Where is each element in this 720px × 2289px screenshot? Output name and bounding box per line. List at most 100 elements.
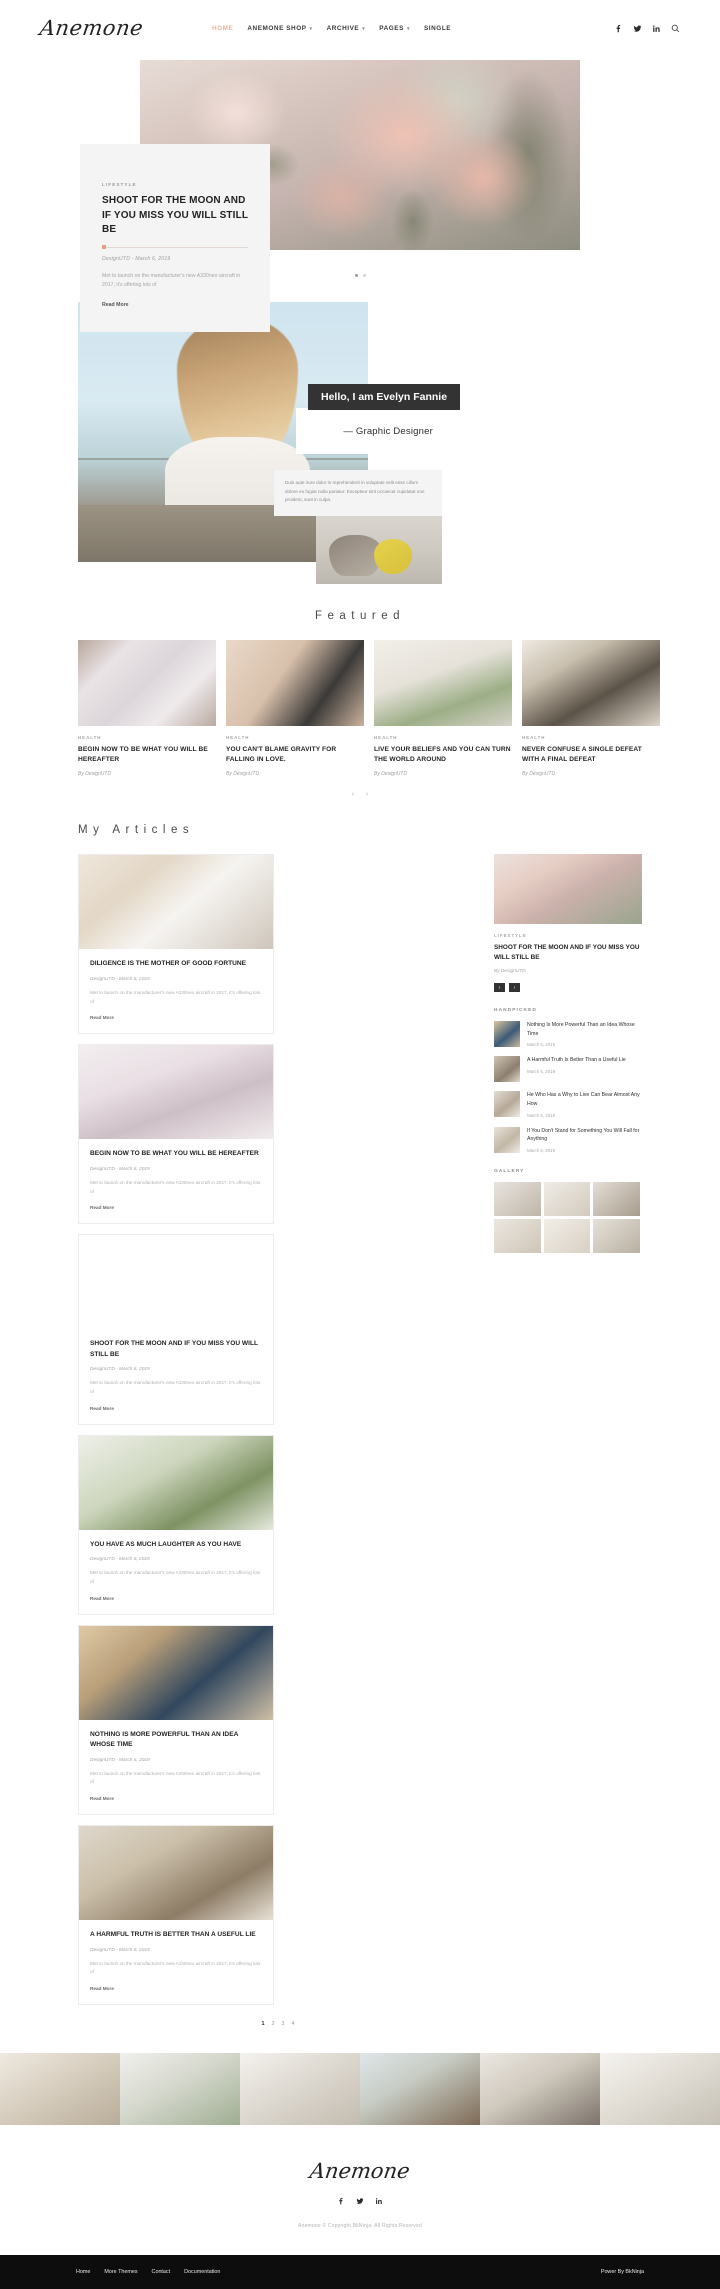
featured-card[interactable]: HEALTH YOU CAN'T BLAME GRAVITY FOR FALLI… (226, 640, 364, 777)
featured-card-category[interactable]: HEALTH (226, 735, 364, 740)
nav-item[interactable]: SINGLE (424, 25, 451, 32)
footer-link[interactable]: More Themes (104, 2269, 137, 2275)
featured-card[interactable]: HEALTH NEVER CONFUSE A SINGLE DEFEAT WIT… (522, 640, 660, 777)
handpicked-item-title[interactable]: He Who Has a Why to Live Can Bear Almost… (527, 1091, 642, 1108)
article-card-title[interactable]: SHOOT FOR THE MOON AND IF YOU MISS YOU W… (90, 1339, 262, 1360)
article-read-more-link[interactable]: Read More (90, 1796, 114, 1801)
hero-read-more-link[interactable]: Read More (102, 302, 129, 308)
article-card[interactable]: SHOOT FOR THE MOON AND IF YOU MISS YOU W… (78, 1234, 274, 1425)
gallery-grid (494, 1181, 642, 1253)
footer-logo[interactable]: Anemone (308, 2159, 411, 2183)
slider-dot-2[interactable] (362, 274, 366, 277)
handpicked-item[interactable]: Nothing Is More Powerful Than an Idea Wh… (494, 1021, 642, 1047)
pagination-item[interactable]: 1 (262, 2021, 265, 2027)
sidebar-next-button[interactable]: › (509, 983, 520, 993)
instagram-tile[interactable] (240, 2053, 360, 2126)
search-icon[interactable] (671, 24, 680, 33)
handpicked-item-image[interactable] (494, 1021, 520, 1048)
handpicked-item-image[interactable] (494, 1091, 520, 1118)
footer-link[interactable]: Contact (152, 2269, 171, 2275)
article-card[interactable]: BEGIN NOW TO BE WHAT YOU WILL BE HEREAFT… (78, 1044, 274, 1225)
featured-next-arrow[interactable]: › (366, 791, 368, 798)
handpicked-item-title[interactable]: If You Don't Stand for Something You Wil… (527, 1127, 642, 1144)
nav-item[interactable]: ARCHIVE ▾ (327, 25, 366, 33)
nav-item[interactable]: ANEMONE SHOP ▾ (247, 25, 312, 33)
gallery-cell[interactable] (593, 1218, 640, 1253)
article-card-image[interactable] (79, 1625, 273, 1720)
sidebar-prev-button[interactable]: ‹ (494, 983, 505, 993)
handpicked-item-image[interactable] (494, 1126, 520, 1153)
featured-card-image[interactable] (522, 640, 660, 726)
instagram-tile[interactable] (120, 2053, 240, 2126)
handpicked-item[interactable]: He Who Has a Why to Live Can Bear Almost… (494, 1091, 642, 1118)
article-read-more-link[interactable]: Read More (90, 1406, 114, 1411)
twitter-icon[interactable] (633, 24, 642, 33)
sidebar-feature-category[interactable]: LIFESTYLE (494, 933, 642, 938)
article-read-more-link[interactable]: Read More (90, 1205, 114, 1210)
slider-dot-1[interactable] (354, 274, 358, 277)
article-card-image[interactable] (79, 1235, 273, 1329)
sidebar-feature-title[interactable]: SHOOT FOR THE MOON AND IF YOU MISS YOU W… (494, 943, 642, 963)
featured-card-category[interactable]: HEALTH (78, 735, 216, 740)
article-card-title[interactable]: YOU HAVE AS MUCH LAUGHTER AS YOU HAVE (90, 1540, 262, 1551)
featured-prev-arrow[interactable]: ‹ (352, 791, 354, 798)
nav-item[interactable]: PAGES ▾ (379, 25, 410, 33)
featured-card-title[interactable]: BEGIN NOW TO BE WHAT YOU WILL BE HEREAFT… (78, 745, 216, 765)
article-card-title[interactable]: BEGIN NOW TO BE WHAT YOU WILL BE HEREAFT… (90, 1149, 262, 1160)
featured-card-title[interactable]: YOU CAN'T BLAME GRAVITY FOR FALLING IN L… (226, 745, 364, 765)
featured-card-image[interactable] (78, 640, 216, 726)
article-card-title[interactable]: A HARMFUL TRUTH IS BETTER THAN A USEFUL … (90, 1930, 262, 1941)
handpicked-item[interactable]: A Harmful Truth Is Better Than a Useful … (494, 1056, 642, 1083)
featured-card-category[interactable]: HEALTH (522, 735, 660, 740)
article-card[interactable]: NOTHING IS MORE POWERFUL THAN AN IDEA WH… (78, 1624, 274, 1816)
article-read-more-link[interactable]: Read More (90, 1596, 114, 1601)
article-card-meta: DesignUTD - March 6, 2019 (90, 1166, 150, 1172)
footer-link[interactable]: Documentation (184, 2269, 220, 2275)
pagination-item[interactable]: 2 (272, 2021, 275, 2027)
article-read-more-link[interactable]: Read More (90, 1015, 114, 1020)
article-card-title[interactable]: NOTHING IS MORE POWERFUL THAN AN IDEA WH… (90, 1730, 262, 1751)
instagram-tile[interactable] (360, 2053, 480, 2126)
hero-category[interactable]: LIFESTYLE (102, 182, 248, 187)
pagination-item[interactable]: 4 (292, 2021, 295, 2027)
linkedin-icon[interactable] (375, 2197, 383, 2205)
featured-card[interactable]: HEALTH BEGIN NOW TO BE WHAT YOU WILL BE … (78, 640, 216, 777)
handpicked-item-title[interactable]: A Harmful Truth Is Better Than a Useful … (527, 1056, 642, 1065)
handpicked-item-title[interactable]: Nothing Is More Powerful Than an Idea Wh… (527, 1021, 642, 1038)
site-logo[interactable]: Anemone (38, 16, 191, 40)
featured-card-category[interactable]: HEALTH (374, 735, 512, 740)
article-card[interactable]: A HARMFUL TRUTH IS BETTER THAN A USEFUL … (78, 1825, 274, 2006)
article-card[interactable]: YOU HAVE AS MUCH LAUGHTER AS YOU HAVE De… (78, 1434, 274, 1615)
featured-section: HEALTH BEGIN NOW TO BE WHAT YOU WILL BE … (0, 640, 720, 798)
instagram-tile[interactable] (480, 2053, 600, 2126)
article-read-more-link[interactable]: Read More (90, 1986, 114, 1991)
featured-card[interactable]: HEALTH LIVE YOUR BELIEFS AND YOU CAN TUR… (374, 640, 512, 777)
article-card[interactable]: DILIGENCE IS THE MOTHER OF GOOD FORTUNE … (78, 854, 274, 1035)
handpicked-item[interactable]: If You Don't Stand for Something You Wil… (494, 1126, 642, 1153)
hero-title[interactable]: SHOOT FOR THE MOON AND IF YOU MISS YOU W… (102, 194, 248, 238)
handpicked-item-image[interactable] (494, 1056, 520, 1083)
gallery-cell[interactable] (543, 1181, 590, 1216)
twitter-icon[interactable] (356, 2197, 364, 2205)
featured-card-title[interactable]: NEVER CONFUSE A SINGLE DEFEAT WITH A FIN… (522, 745, 660, 765)
featured-card-image[interactable] (374, 640, 512, 726)
article-card-image[interactable] (79, 855, 273, 950)
pagination-item[interactable]: 3 (282, 2021, 285, 2027)
facebook-icon[interactable] (614, 24, 623, 33)
featured-card-title[interactable]: LIVE YOUR BELIEFS AND YOU CAN TURN THE W… (374, 745, 512, 765)
gallery-cell[interactable] (494, 1181, 541, 1216)
gallery-cell[interactable] (543, 1218, 590, 1253)
article-card-image[interactable] (79, 1826, 273, 1921)
nav-item[interactable]: HOME (212, 25, 233, 32)
footer-link[interactable]: Home (76, 2269, 90, 2275)
instagram-tile[interactable] (600, 2053, 720, 2126)
article-card-image[interactable] (79, 1435, 273, 1530)
instagram-tile[interactable] (0, 2053, 120, 2126)
featured-card-image[interactable] (226, 640, 364, 726)
article-card-title[interactable]: DILIGENCE IS THE MOTHER OF GOOD FORTUNE (90, 959, 262, 970)
gallery-cell[interactable] (593, 1181, 640, 1216)
facebook-icon[interactable] (337, 2197, 345, 2205)
gallery-cell[interactable] (494, 1218, 541, 1253)
linkedin-icon[interactable] (652, 24, 661, 33)
article-card-image[interactable] (79, 1045, 273, 1140)
